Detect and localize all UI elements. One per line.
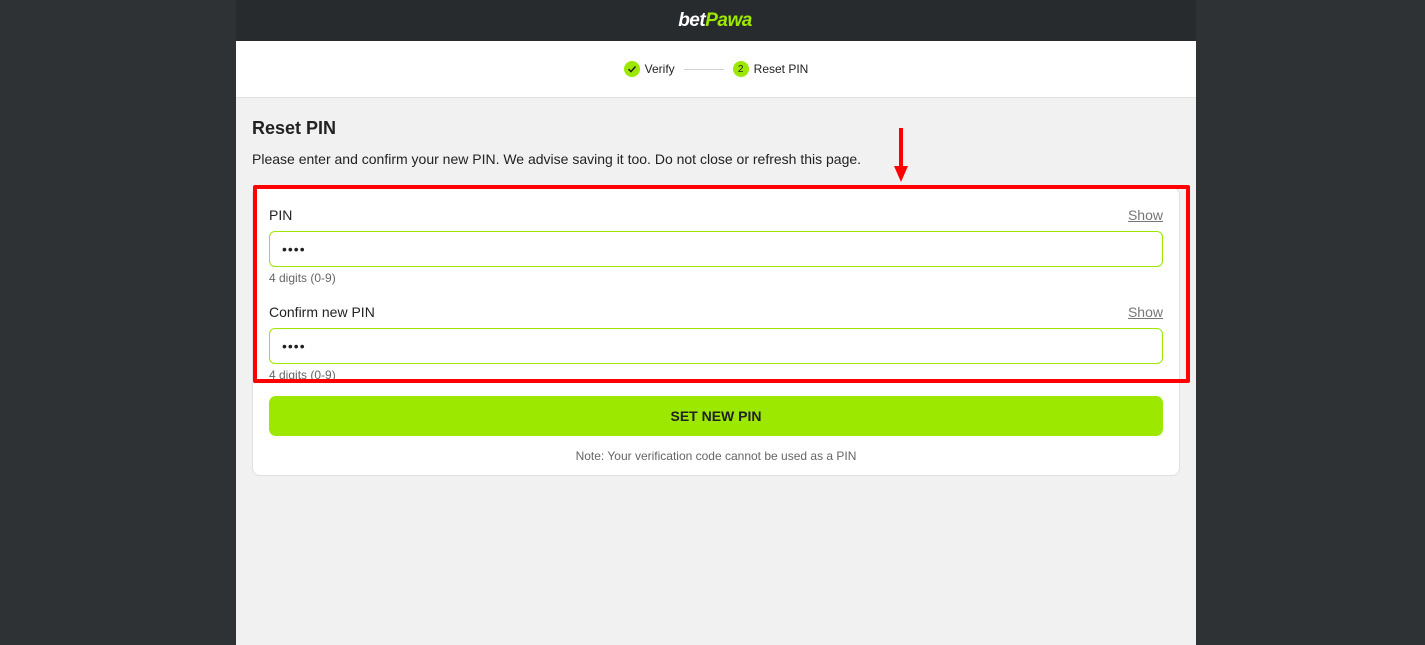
pin-label: PIN [269,207,293,223]
step-reset-pin: 2 Reset PIN [732,61,809,77]
logo-part-pawa: Pawa [705,10,752,31]
step-number-badge: 2 [732,61,749,77]
reset-pin-card: PIN Show 4 digits (0-9) Confirm new PIN … [252,187,1180,476]
confirm-pin-hint: 4 digits (0-9) [269,368,336,382]
step-reset-pin-label: Reset PIN [753,62,809,76]
pin-show-link[interactable]: Show [1128,207,1163,223]
check-icon [623,61,640,77]
pin-input[interactable] [269,231,1163,267]
pin-field-group: PIN Show 4 digits (0-9) [269,206,1163,285]
confirm-pin-label: Confirm new PIN [269,304,375,320]
main-content: Reset PIN Please enter and confirm your … [236,98,1196,476]
page: betPawa Verify 2 Reset PIN Reset PIN Ple… [236,0,1196,645]
betpawa-logo[interactable]: betPawa [678,11,752,30]
logo-part-bet: bet [678,10,706,31]
stepper: Verify 2 Reset PIN [236,41,1196,98]
step-verify: Verify [623,61,675,77]
step-connector [683,68,724,70]
confirm-pin-show-link[interactable]: Show [1128,304,1163,320]
top-bar: betPawa [236,0,1196,41]
pin-hint: 4 digits (0-9) [269,271,336,285]
step-verify-label: Verify [644,62,675,76]
pin-note: Note: Your verification code cannot be u… [575,449,857,463]
page-title: Reset PIN [252,118,337,138]
set-new-pin-button[interactable]: SET NEW PIN [269,396,1163,436]
page-description: Please enter and confirm your new PIN. W… [252,151,862,167]
confirm-pin-field-group: Confirm new PIN Show 4 digits (0-9) [269,303,1163,382]
confirm-pin-input[interactable] [269,328,1163,364]
